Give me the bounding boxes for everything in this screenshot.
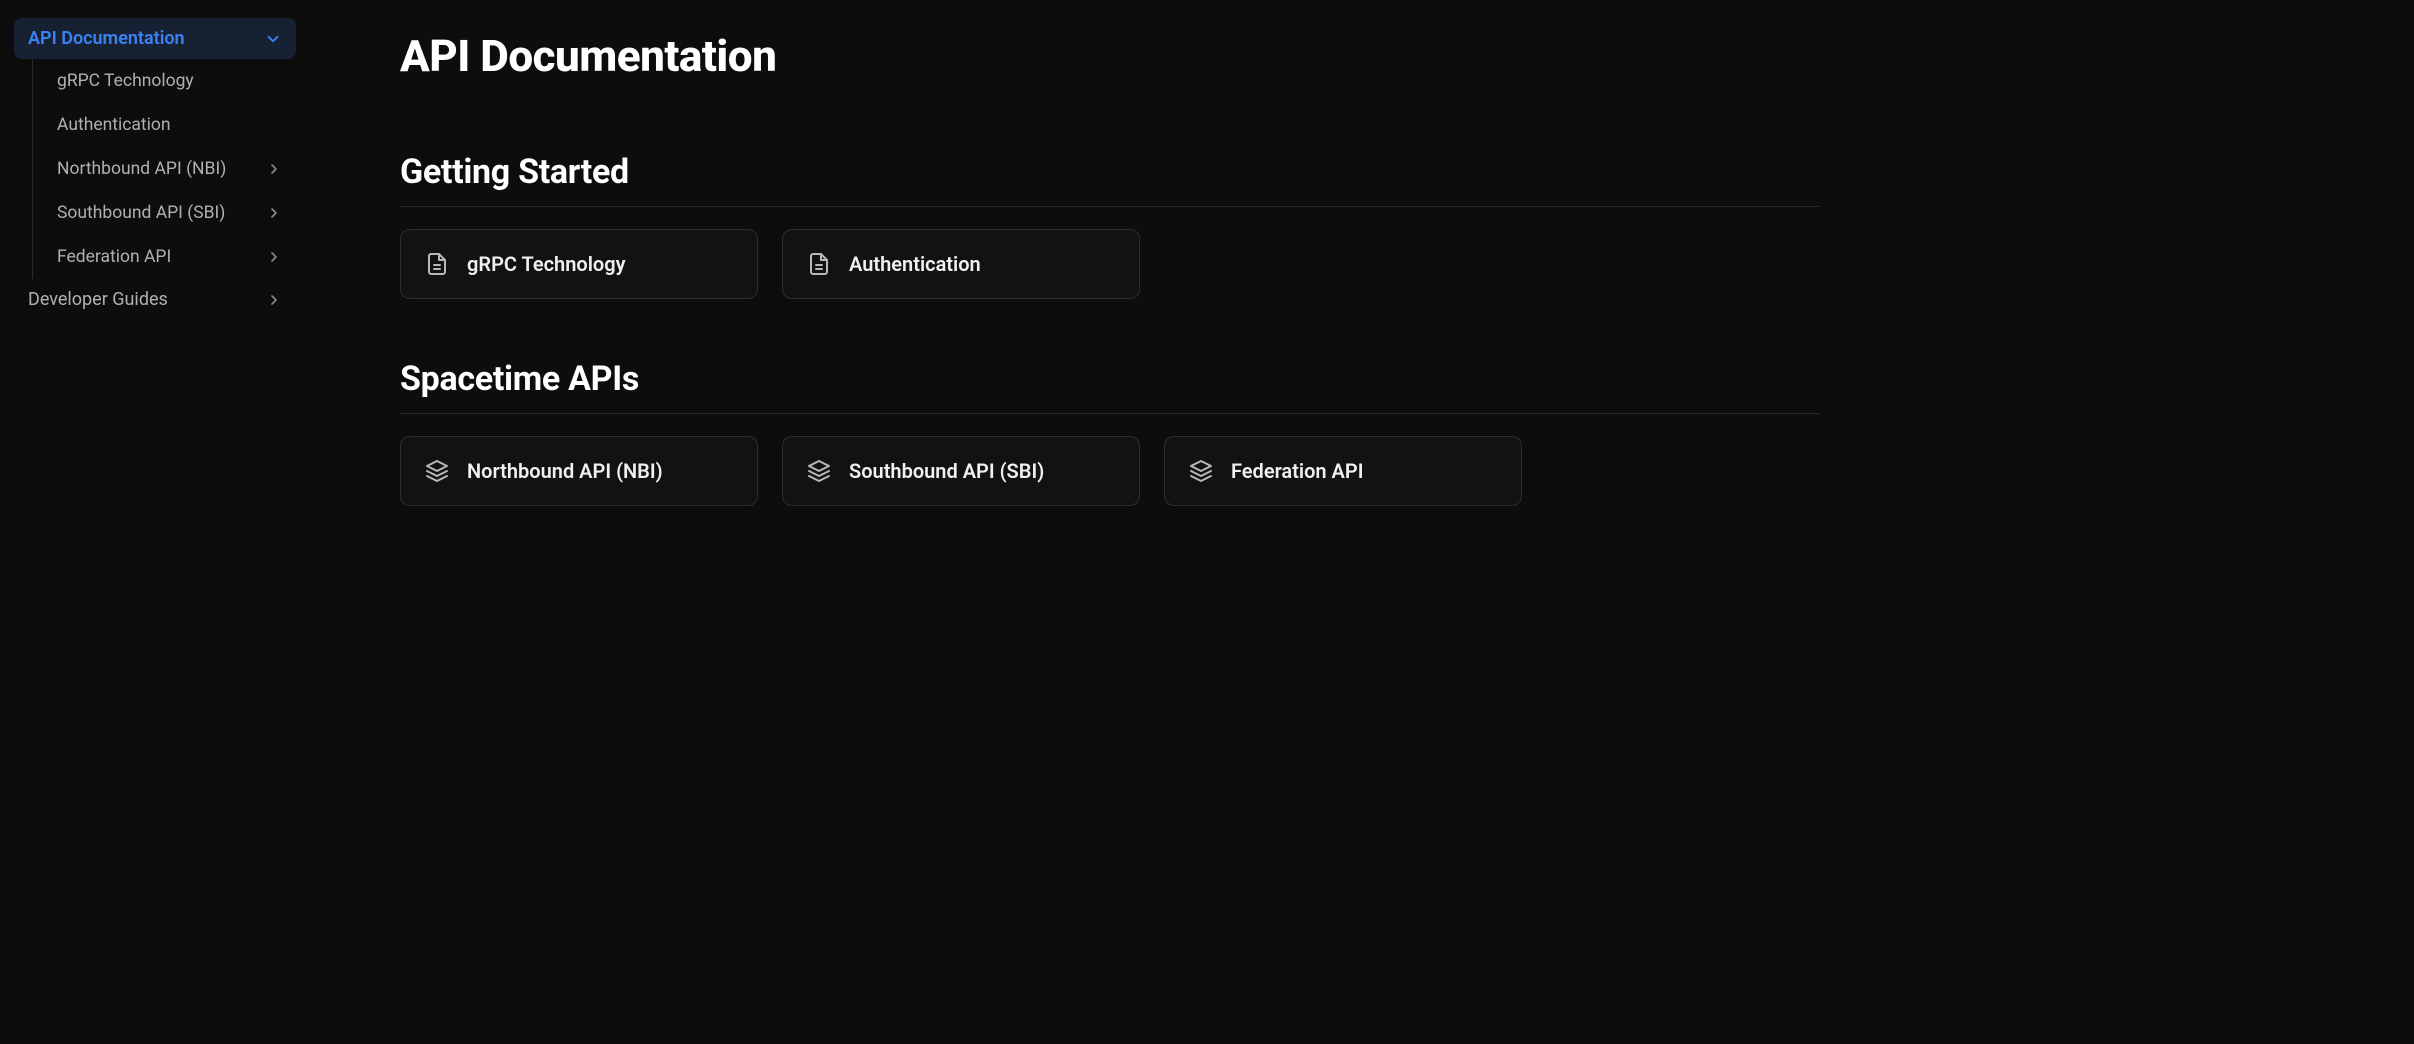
sidebar-item-authentication[interactable]: Authentication	[33, 103, 296, 147]
chevron-down-icon	[264, 30, 282, 48]
sidebar-item-label: Developer Guides	[28, 289, 168, 310]
layers-icon	[807, 459, 831, 483]
section-getting-started: Getting Started gRPC Technology Authenti…	[400, 152, 1820, 299]
sidebar-item-label: Southbound API (SBI)	[57, 203, 225, 223]
chevron-right-icon	[266, 292, 282, 308]
sidebar-item-label: Northbound API (NBI)	[57, 159, 226, 179]
layers-icon	[1189, 459, 1213, 483]
card-label: Northbound API (NBI)	[467, 459, 663, 483]
main-content: API Documentation Getting Started gRPC T…	[310, 0, 1910, 1044]
card-row: Northbound API (NBI) Southbound API (SBI…	[400, 436, 1820, 506]
sidebar-item-label: Authentication	[57, 115, 171, 135]
sidebar-item-grpc-technology[interactable]: gRPC Technology	[33, 59, 296, 103]
card-grpc-technology[interactable]: gRPC Technology	[400, 229, 758, 299]
sidebar-item-label: Federation API	[57, 247, 171, 267]
card-label: Southbound API (SBI)	[849, 459, 1044, 483]
card-authentication[interactable]: Authentication	[782, 229, 1140, 299]
card-southbound-api[interactable]: Southbound API (SBI)	[782, 436, 1140, 506]
card-row: gRPC Technology Authentication	[400, 229, 1820, 299]
document-icon	[807, 252, 831, 276]
sidebar: API Documentation gRPC Technology Authen…	[0, 0, 310, 1044]
card-label: Authentication	[849, 252, 981, 276]
sidebar-item-label: gRPC Technology	[57, 71, 194, 91]
card-label: Federation API	[1231, 459, 1363, 483]
sidebar-item-api-documentation[interactable]: API Documentation	[14, 18, 296, 59]
page-title: API Documentation	[400, 30, 1820, 82]
card-federation-api[interactable]: Federation API	[1164, 436, 1522, 506]
chevron-right-icon	[266, 249, 282, 265]
section-spacetime-apis: Spacetime APIs Northbound API (NBI) Sout…	[400, 359, 1820, 506]
sidebar-item-southbound-api[interactable]: Southbound API (SBI)	[33, 191, 296, 235]
layers-icon	[425, 459, 449, 483]
sidebar-item-label: API Documentation	[28, 28, 185, 49]
sidebar-item-northbound-api[interactable]: Northbound API (NBI)	[33, 147, 296, 191]
section-heading: Spacetime APIs	[400, 359, 1820, 414]
chevron-right-icon	[266, 161, 282, 177]
section-heading: Getting Started	[400, 152, 1820, 207]
sidebar-children: gRPC Technology Authentication Northboun…	[32, 59, 296, 279]
chevron-right-icon	[266, 205, 282, 221]
document-icon	[425, 252, 449, 276]
card-northbound-api[interactable]: Northbound API (NBI)	[400, 436, 758, 506]
sidebar-item-federation-api[interactable]: Federation API	[33, 235, 296, 279]
card-label: gRPC Technology	[467, 252, 626, 276]
sidebar-item-developer-guides[interactable]: Developer Guides	[14, 279, 296, 320]
